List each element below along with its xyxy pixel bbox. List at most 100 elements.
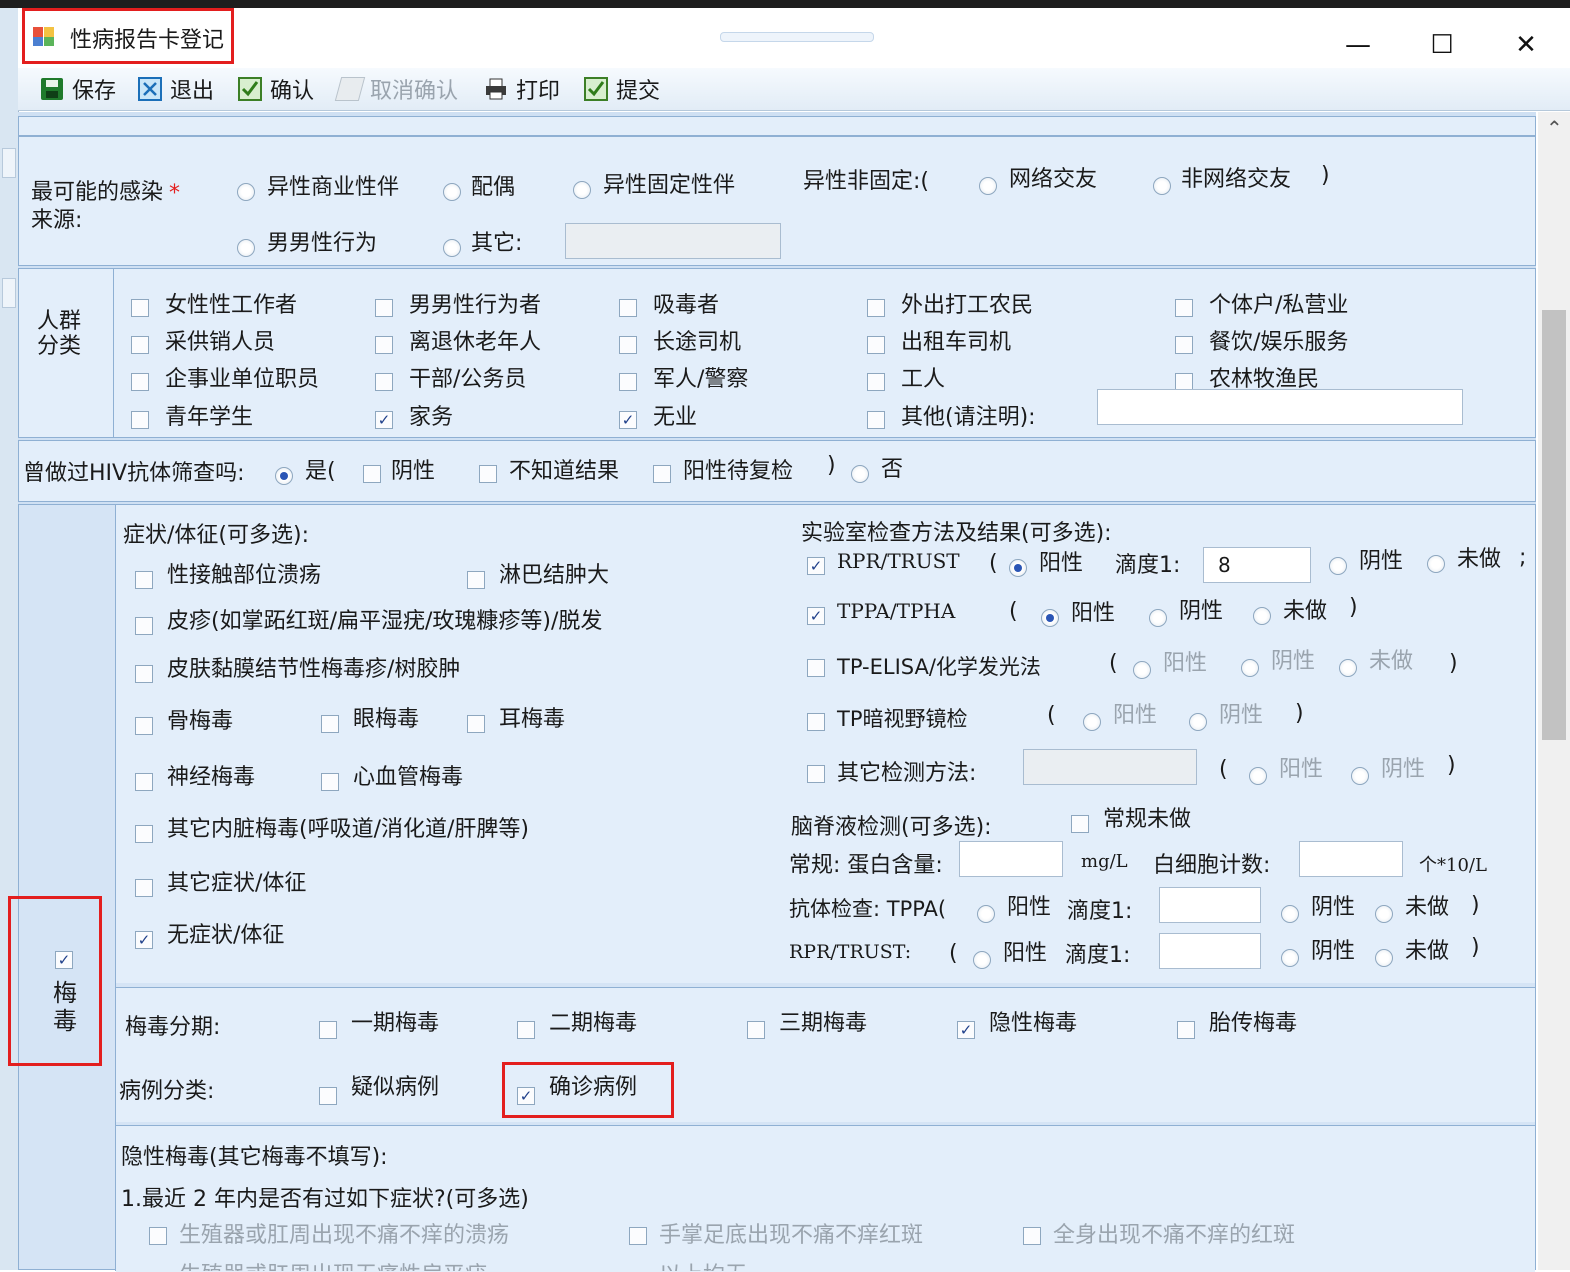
checkbox-population-17[interactable]: ✓ <box>619 411 637 429</box>
radio-csf-rpr-positive[interactable] <box>973 951 991 969</box>
checkbox-routine-not-done[interactable] <box>1071 815 1089 833</box>
checkbox-rpr[interactable]: ✓ <box>807 557 825 575</box>
cancel-confirm-button[interactable]: 取消确认 <box>334 74 458 104</box>
checkbox-hiv-negative[interactable] <box>363 465 381 483</box>
radio-rpr-negative[interactable] <box>1329 557 1347 575</box>
checkbox-other-method[interactable] <box>807 765 825 783</box>
exit-button[interactable]: 退出 <box>138 74 214 104</box>
radio-hiv-yes[interactable] <box>275 467 293 485</box>
checkbox-symptom-0[interactable] <box>135 571 153 589</box>
symptom-label: 神经梅毒 <box>167 765 256 790</box>
protein-input[interactable] <box>959 841 1063 877</box>
minimize-button[interactable]: — <box>1338 28 1378 62</box>
checkbox-symptom-5[interactable] <box>321 715 339 733</box>
submit-button[interactable]: 提交 <box>584 74 660 104</box>
radio-csf-rpr-negative[interactable] <box>1281 949 1299 967</box>
save-button[interactable]: 保存 <box>40 74 116 104</box>
radio-darkfield-negative[interactable] <box>1189 713 1207 731</box>
radio-other-method-negative[interactable] <box>1351 767 1369 785</box>
radio-elisa-not-done[interactable] <box>1339 659 1357 677</box>
checkbox-symptom-1[interactable] <box>467 571 485 589</box>
radio-rpr-positive[interactable] <box>1009 559 1027 577</box>
checkbox-population-10[interactable] <box>131 373 149 391</box>
close-button[interactable]: ✕ <box>1506 28 1546 62</box>
radio-spouse[interactable] <box>443 183 461 201</box>
checkbox-stage-0[interactable] <box>319 1021 337 1039</box>
option-spouse: 配偶 <box>471 175 516 200</box>
checkbox-population-1[interactable] <box>375 299 393 317</box>
confirm-button[interactable]: 确认 <box>238 74 314 104</box>
checkbox-symptom-7[interactable] <box>135 773 153 791</box>
radio-other-source[interactable] <box>443 239 461 257</box>
checkbox-population-7[interactable] <box>619 336 637 354</box>
checkbox-population-5[interactable] <box>131 336 149 354</box>
checkbox-population-4[interactable] <box>1175 299 1193 317</box>
csf-rpr-titer-input[interactable] <box>1159 933 1261 969</box>
checkbox-latent-body-rash[interactable] <box>1023 1227 1041 1245</box>
checkbox-elisa[interactable] <box>807 659 825 677</box>
print-button[interactable]: 打印 <box>484 74 560 104</box>
checkbox-stage-1[interactable] <box>517 1021 535 1039</box>
radio-hetero-fixed[interactable] <box>573 181 591 199</box>
checkbox-tppa[interactable]: ✓ <box>807 607 825 625</box>
radio-csf-tppa-negative[interactable] <box>1281 905 1299 923</box>
checkbox-stage-2[interactable] <box>747 1021 765 1039</box>
protein-unit: mg/L <box>1081 851 1128 872</box>
checkbox-population-3[interactable] <box>867 299 885 317</box>
checkbox-population-11[interactable] <box>375 373 393 391</box>
radio-darkfield-positive[interactable] <box>1083 713 1101 731</box>
checkbox-population-18[interactable] <box>867 411 885 429</box>
maximize-button[interactable]: ☐ <box>1422 28 1462 62</box>
radio-elisa-positive[interactable] <box>1133 661 1151 679</box>
radio-hiv-no[interactable] <box>851 465 869 483</box>
radio-hetero-commercial[interactable] <box>237 183 255 201</box>
radio-tppa-negative[interactable] <box>1149 609 1167 627</box>
checkbox-population-15[interactable] <box>131 411 149 429</box>
population-other-input[interactable] <box>1097 389 1463 425</box>
checkbox-stage-3[interactable]: ✓ <box>957 1021 975 1039</box>
checkbox-hiv-unknown[interactable] <box>479 465 497 483</box>
radio-tppa-positive[interactable] <box>1041 609 1059 627</box>
checkbox-symptom-11[interactable]: ✓ <box>135 931 153 949</box>
radio-rpr-not-done[interactable] <box>1427 555 1445 573</box>
checkbox-symptom-4[interactable] <box>135 717 153 735</box>
radio-tppa-not-done[interactable] <box>1253 607 1271 625</box>
scrollbar-thumb[interactable] <box>1542 310 1566 740</box>
radio-offline-friend[interactable] <box>1153 177 1171 195</box>
checkbox-latent-ulcer[interactable] <box>149 1227 167 1245</box>
checkbox-symptom-9[interactable] <box>135 825 153 843</box>
wbc-input[interactable] <box>1299 841 1403 877</box>
checkbox-latent-palm-rash[interactable] <box>629 1227 647 1245</box>
checkbox-symptom-3[interactable] <box>135 665 153 683</box>
checkbox-population-8[interactable] <box>867 336 885 354</box>
checkbox-population-0[interactable] <box>131 299 149 317</box>
checkbox-stage-4[interactable] <box>1177 1021 1195 1039</box>
other-method-input[interactable] <box>1023 749 1197 785</box>
radio-online-friend[interactable] <box>979 177 997 195</box>
checkbox-population-6[interactable] <box>375 336 393 354</box>
checkbox-population-2[interactable] <box>619 299 637 317</box>
checkbox-population-16[interactable]: ✓ <box>375 411 393 429</box>
radio-msm[interactable] <box>237 239 255 257</box>
checkbox-population-9[interactable] <box>1175 336 1193 354</box>
radio-elisa-negative[interactable] <box>1241 659 1259 677</box>
checkbox-case-0[interactable] <box>319 1087 337 1105</box>
other-source-input[interactable] <box>565 223 781 259</box>
radio-csf-tppa-positive[interactable] <box>977 905 995 923</box>
rpr-titer-input[interactable]: 8 <box>1203 547 1311 583</box>
csf-tppa-titer-input[interactable] <box>1159 887 1261 923</box>
checkbox-population-13[interactable] <box>867 373 885 391</box>
drag-handle[interactable] <box>720 32 874 42</box>
checkbox-symptom-8[interactable] <box>321 773 339 791</box>
checkbox-symptom-10[interactable] <box>135 879 153 897</box>
scroll-up-icon[interactable]: ⌃ <box>1546 116 1563 140</box>
radio-csf-rpr-not-done[interactable] <box>1375 949 1393 967</box>
exit-icon <box>138 77 162 101</box>
radio-other-method-positive[interactable] <box>1249 767 1267 785</box>
radio-csf-tppa-not-done[interactable] <box>1375 905 1393 923</box>
checkbox-hiv-pending[interactable] <box>653 465 671 483</box>
checkbox-population-12[interactable] <box>619 373 637 391</box>
checkbox-symptom-2[interactable] <box>135 617 153 635</box>
checkbox-darkfield[interactable] <box>807 713 825 731</box>
checkbox-symptom-6[interactable] <box>467 715 485 733</box>
